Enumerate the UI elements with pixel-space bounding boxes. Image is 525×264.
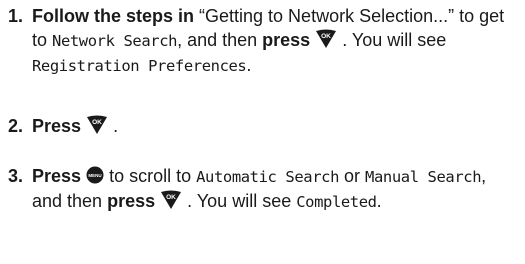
step-text: Press MENU to scroll to Automatic Search…	[32, 166, 487, 211]
svg-text:OK: OK	[321, 33, 331, 40]
ok-key-icon: OK	[316, 29, 337, 48]
svg-text:OK: OK	[92, 119, 102, 126]
svg-text:OK: OK	[166, 194, 176, 201]
svg-text:MENU: MENU	[88, 173, 101, 178]
step-number: 2.	[8, 116, 24, 136]
display-text: Automatic Search	[196, 168, 340, 186]
display-text: Completed	[296, 193, 377, 211]
step-1: 1. Follow the steps in “Getting to Netwo…	[8, 4, 520, 78]
step-text: Press OK .	[32, 115, 119, 136]
display-text: Network Search	[52, 32, 178, 50]
step-2: 2. Press OK .	[8, 114, 520, 138]
ok-key-icon: OK	[161, 190, 182, 209]
display-text: Manual Search	[365, 168, 482, 186]
step-text: Follow the steps in “Getting to Network …	[32, 6, 505, 75]
display-text: Registration Preferences	[32, 57, 247, 75]
step-3: 3. Press MENU to scroll to Automatic Sea…	[8, 164, 520, 214]
step-number: 1.	[8, 6, 24, 26]
ok-key-icon: OK	[87, 115, 108, 134]
step-number: 3.	[8, 166, 24, 186]
menu-key-icon: MENU	[86, 166, 104, 184]
